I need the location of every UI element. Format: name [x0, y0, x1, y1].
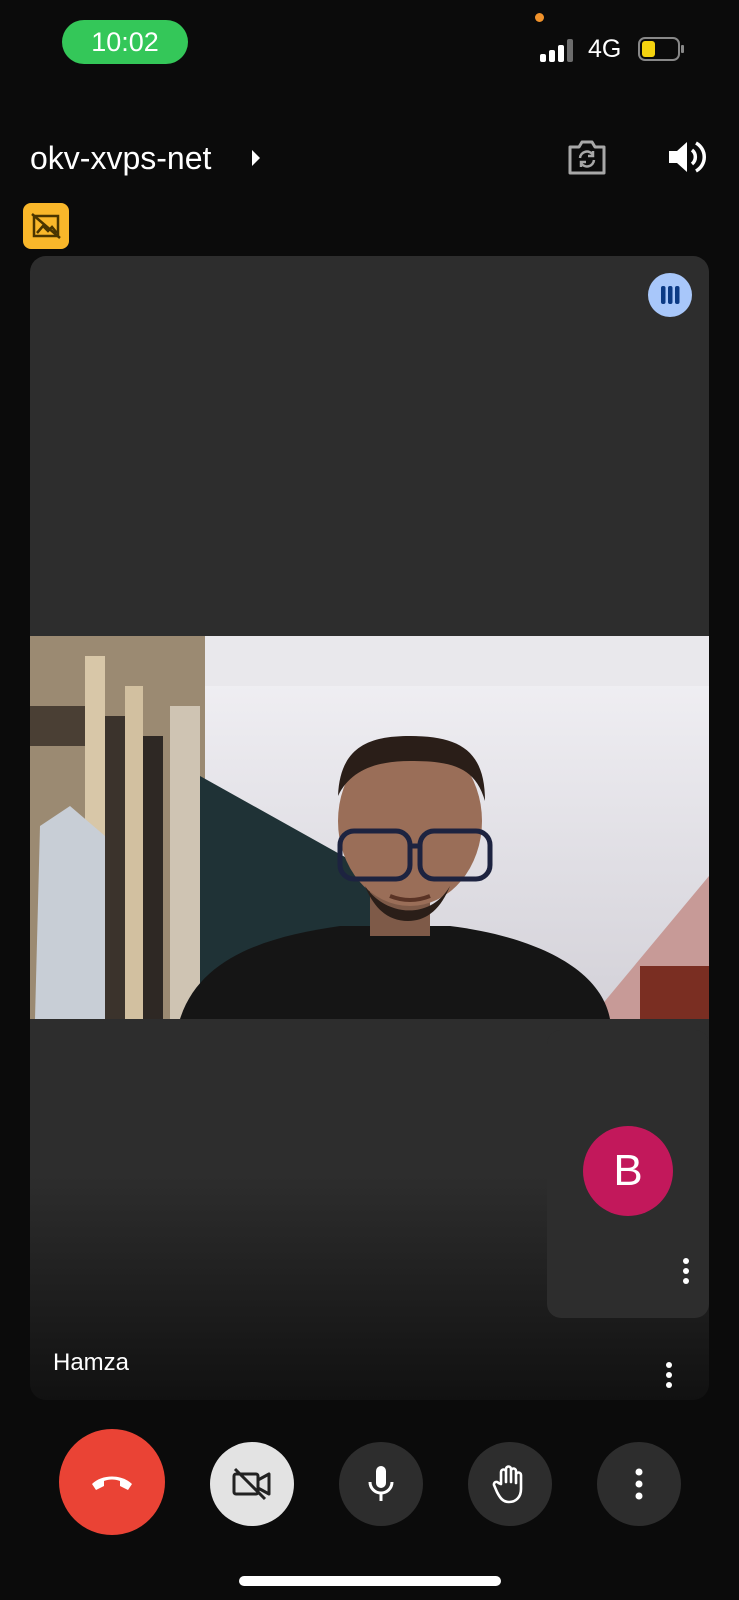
raise-hand-button[interactable]	[468, 1442, 552, 1526]
status-time: 10:02	[62, 20, 188, 64]
signal-strength-icon	[540, 38, 578, 62]
participant-more-icon[interactable]	[664, 1362, 674, 1392]
privacy-indicator-dot	[535, 13, 544, 22]
participant-name: Hamza	[53, 1349, 130, 1376]
more-options-button[interactable]	[597, 1442, 681, 1526]
audio-level-icon	[648, 273, 692, 317]
microphone-icon	[368, 1466, 394, 1501]
microphone-button[interactable]	[339, 1442, 423, 1526]
hang-up-icon	[92, 1476, 132, 1490]
camera-toggle-button[interactable]	[210, 1442, 294, 1526]
avatar: B	[583, 1126, 673, 1216]
no-video-notice-icon[interactable]	[23, 203, 69, 249]
network-type: 4G	[588, 35, 622, 63]
more-vert-icon	[635, 1468, 643, 1500]
end-call-button[interactable]	[59, 1429, 165, 1535]
participant-video	[30, 636, 709, 1019]
self-view-tile[interactable]: B	[547, 1030, 709, 1318]
camera-off-icon	[232, 1467, 271, 1501]
camera-flip-icon[interactable]	[566, 138, 608, 176]
raise-hand-icon	[492, 1465, 523, 1504]
battery-icon	[638, 37, 684, 61]
speaker-icon[interactable]	[666, 138, 708, 176]
participant-tile[interactable]: B Hamza	[30, 256, 709, 1400]
self-tile-more-icon[interactable]	[681, 1258, 691, 1288]
home-indicator[interactable]	[239, 1576, 501, 1586]
caret-right-icon[interactable]	[250, 148, 262, 168]
meeting-code[interactable]: okv-xvps-net	[30, 138, 211, 178]
